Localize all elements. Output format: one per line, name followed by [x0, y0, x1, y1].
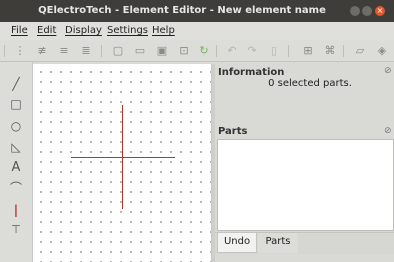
origin-vertical-line: [122, 105, 123, 209]
edit-names-icon[interactable]: ▱: [352, 43, 368, 59]
save-icon[interactable]: ▣: [154, 43, 170, 59]
edit-properties-icon[interactable]: ◈: [374, 43, 390, 59]
arc-icon[interactable]: ⌒: [8, 180, 24, 196]
select-all-icon[interactable]: ⋮: [12, 43, 28, 59]
open-icon[interactable]: ▭: [132, 43, 148, 59]
origin-horizontal-line: [71, 157, 175, 158]
text-icon[interactable]: A: [8, 160, 24, 176]
selection-info: 0 selected parts.: [268, 78, 352, 89]
save-as-icon[interactable]: ⊡: [176, 43, 192, 59]
reload-icon[interactable]: ↻: [196, 43, 212, 59]
float-panel-icon[interactable]: ⊘: [384, 126, 392, 136]
maximize-button[interactable]: [362, 6, 372, 16]
menu-file[interactable]: File: [11, 25, 28, 36]
information-panel-title: Information: [218, 67, 285, 78]
select-icon[interactable]: ≣: [78, 43, 94, 59]
tab-undo[interactable]: Undo: [217, 233, 257, 253]
toolbar-separator: [101, 45, 102, 57]
delete-icon[interactable]: ▯: [266, 43, 282, 59]
zoom-reset-icon[interactable]: ⌘: [322, 43, 338, 59]
undo-icon[interactable]: ↶: [224, 43, 240, 59]
zoom-fit-icon[interactable]: ⊞: [300, 43, 316, 59]
close-button[interactable]: ×: [375, 6, 385, 16]
deselect-all-icon[interactable]: ≢: [34, 43, 50, 59]
dock-tabs: Undo Parts: [215, 232, 394, 254]
main-toolbar: ⋮ ≢ ≡ ≣ ▢ ▭ ▣ ⊡ ↻ ↶ ↷ ▯ ⊞ ⌘ ▱ ◈: [0, 40, 394, 62]
menu-settings[interactable]: Settings: [107, 25, 148, 36]
toolbar-separator: [216, 45, 217, 57]
menu-edit[interactable]: Edit: [37, 25, 56, 36]
menu-bar: File Edit Display Settings Help: [0, 22, 394, 40]
minimize-button[interactable]: [350, 6, 360, 16]
window-title: QElectroTech - Element Editor - New elem…: [38, 5, 326, 16]
new-icon[interactable]: ▢: [110, 43, 126, 59]
rectangle-icon[interactable]: □: [8, 96, 24, 112]
toolbar-separator: [288, 45, 289, 57]
ellipse-icon[interactable]: ○: [8, 118, 24, 134]
terminal-icon[interactable]: |: [8, 202, 24, 218]
polygon-icon[interactable]: ◺: [8, 139, 24, 155]
menu-help[interactable]: Help: [152, 25, 175, 36]
parts-panel-title: Parts: [218, 126, 248, 137]
toolbar-separator: [4, 45, 5, 57]
invert-selection-icon[interactable]: ≡: [56, 43, 72, 59]
line-icon[interactable]: ╱: [8, 76, 24, 92]
text-field-icon[interactable]: ⊤: [8, 222, 24, 238]
parts-toolbar: ╱ □ ○ ◺ A ⌒ | ⊤: [0, 62, 33, 262]
tab-parts[interactable]: Parts: [258, 233, 298, 253]
drawing-canvas[interactable]: [33, 64, 212, 262]
redo-icon[interactable]: ↷: [244, 43, 260, 59]
menu-display[interactable]: Display: [65, 25, 102, 36]
title-bar: QElectroTech - Element Editor - New elem…: [0, 0, 394, 22]
toolbar-separator: [343, 45, 344, 57]
parts-list[interactable]: [217, 139, 394, 231]
float-panel-icon[interactable]: ⊘: [384, 66, 392, 76]
